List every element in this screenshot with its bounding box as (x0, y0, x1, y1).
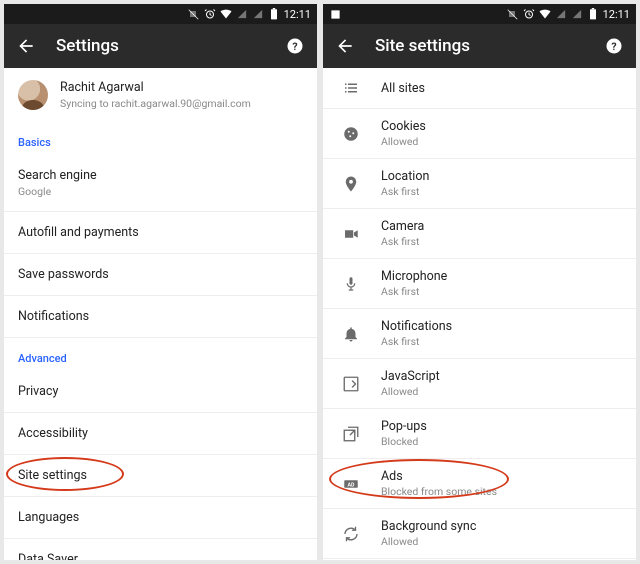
label: Search engine (18, 168, 97, 183)
row-privacy[interactable]: Privacy (4, 371, 317, 413)
signal-icon (555, 8, 567, 20)
app-bar: Settings ? (4, 24, 317, 68)
row-site-settings[interactable]: Site settings (4, 455, 317, 497)
battery-icon (268, 8, 280, 20)
row-background-sync[interactable]: Background syncAllowed (323, 509, 636, 559)
no-sim-icon (188, 8, 200, 20)
alarm-icon (204, 8, 216, 20)
account-sync: Syncing to rachit.agarwal.90@gmail.com (60, 97, 251, 110)
label: Microphone (381, 269, 447, 284)
signal-icon-2 (571, 8, 583, 20)
account-name: Rachit Agarwal (60, 80, 251, 95)
label: JavaScript (381, 369, 440, 384)
app-bar: Site settings ? (323, 24, 636, 68)
label: Notifications (18, 309, 89, 324)
row-camera[interactable]: CameraAsk first (323, 209, 636, 259)
status-time: 12:11 (603, 8, 630, 21)
site-settings-screen: 12:11 Site settings ? All sites CookiesA… (323, 4, 636, 560)
section-advanced: Advanced (4, 338, 317, 371)
signal-icon (236, 8, 248, 20)
row-search-engine[interactable]: Search engine Google (4, 155, 317, 212)
row-accessibility[interactable]: Accessibility (4, 413, 317, 455)
sub: Ask first (381, 285, 447, 298)
page-title: Settings (56, 36, 285, 56)
svg-text:AD: AD (348, 482, 356, 488)
label: Data Saver (18, 552, 78, 560)
label: Pop-ups (381, 419, 427, 434)
ads-icon: AD (341, 474, 361, 494)
sub: Ask first (381, 185, 429, 198)
avatar (18, 80, 48, 110)
page-title: Site settings (375, 36, 604, 56)
sub: Blocked from some sites (381, 485, 497, 498)
settings-list: Rachit Agarwal Syncing to rachit.agarwal… (4, 68, 317, 560)
no-sim-icon (507, 8, 519, 20)
row-languages[interactable]: Languages (4, 497, 317, 539)
back-icon[interactable] (335, 36, 355, 56)
row-cookies[interactable]: CookiesAllowed (323, 109, 636, 159)
sub: Google (18, 185, 303, 198)
label: Background sync (381, 519, 476, 534)
row-popups[interactable]: Pop-upsBlocked (323, 409, 636, 459)
label: Accessibility (18, 426, 88, 441)
row-data-saver[interactable]: Data Saver 1% data savings (4, 539, 317, 560)
help-icon[interactable]: ? (604, 36, 624, 56)
row-notifications[interactable]: Notifications (4, 296, 317, 338)
sub: Allowed (381, 385, 440, 398)
sub: Allowed (381, 535, 476, 548)
row-all-sites[interactable]: All sites (323, 68, 636, 109)
javascript-icon (341, 374, 361, 394)
row-microphone[interactable]: MicrophoneAsk first (323, 259, 636, 309)
list-icon (341, 78, 361, 98)
status-time: 12:11 (284, 8, 311, 21)
wifi-icon (539, 8, 551, 20)
alarm-icon (523, 8, 535, 20)
bell-icon (341, 324, 361, 344)
svg-text:?: ? (292, 40, 297, 53)
label: Notifications (381, 319, 452, 334)
cookie-icon (341, 124, 361, 144)
battery-icon (587, 8, 599, 20)
signal-icon-2 (252, 8, 264, 20)
label: Save passwords (18, 267, 109, 282)
svg-text:?: ? (611, 40, 616, 53)
screenshot-icon (329, 8, 341, 20)
settings-screen: 12:11 Settings ? Rachit Agarwal Syncing … (4, 4, 317, 560)
row-save-passwords[interactable]: Save passwords (4, 254, 317, 296)
sync-icon (341, 524, 361, 544)
wifi-icon (220, 8, 232, 20)
row-location[interactable]: LocationAsk first (323, 159, 636, 209)
label: Cookies (381, 119, 426, 134)
location-icon (341, 174, 361, 194)
label: Ads (381, 469, 497, 484)
popup-icon (341, 424, 361, 444)
label: Location (381, 169, 429, 184)
sub: Allowed (381, 135, 426, 148)
row-media[interactable]: Media (323, 559, 636, 560)
site-settings-list: All sites CookiesAllowed LocationAsk fir… (323, 68, 636, 560)
camera-icon (341, 224, 361, 244)
row-notifications[interactable]: NotificationsAsk first (323, 309, 636, 359)
help-icon[interactable]: ? (285, 36, 305, 56)
label: All sites (381, 81, 425, 96)
label: Camera (381, 219, 424, 234)
row-autofill[interactable]: Autofill and payments (4, 212, 317, 254)
status-bar: 12:11 (323, 4, 636, 24)
back-icon[interactable] (16, 36, 36, 56)
label: Privacy (18, 384, 58, 399)
sub: Ask first (381, 235, 424, 248)
label: Languages (18, 510, 79, 525)
sub: Ask first (381, 335, 452, 348)
microphone-icon (341, 274, 361, 294)
section-basics: Basics (4, 122, 317, 155)
account-row[interactable]: Rachit Agarwal Syncing to rachit.agarwal… (4, 68, 317, 122)
sub: Blocked (381, 435, 427, 448)
row-javascript[interactable]: JavaScriptAllowed (323, 359, 636, 409)
label: Site settings (18, 468, 87, 483)
label: Autofill and payments (18, 225, 139, 240)
row-ads[interactable]: AD AdsBlocked from some sites (323, 459, 636, 509)
status-bar: 12:11 (4, 4, 317, 24)
